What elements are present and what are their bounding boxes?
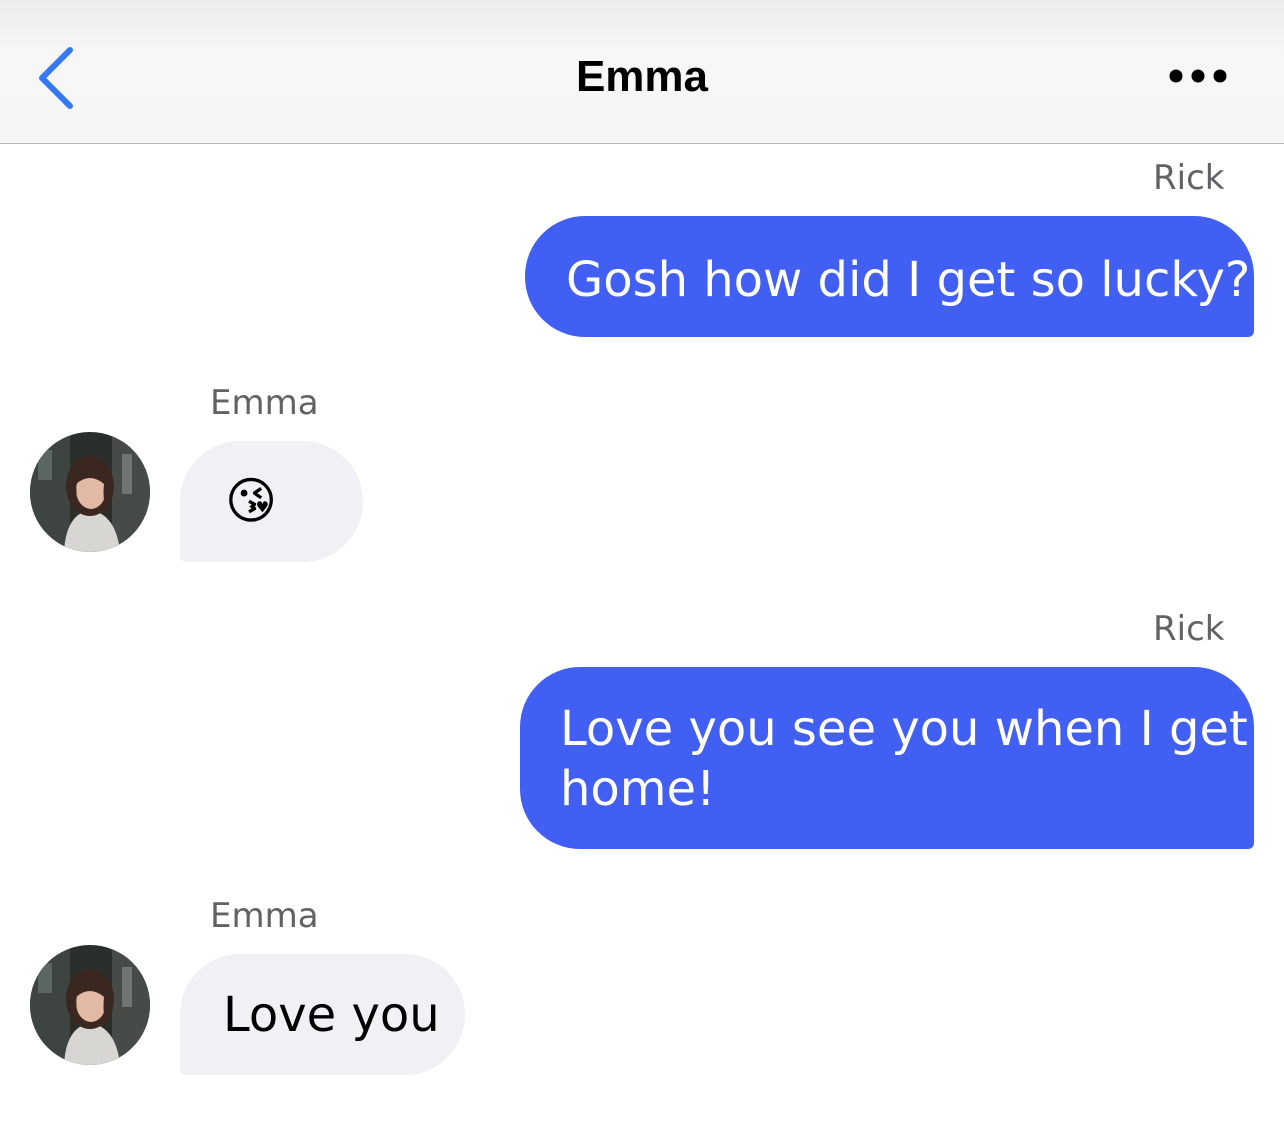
chat-header: Emma	[0, 0, 1284, 144]
sender-name: Rick	[1153, 609, 1225, 649]
outgoing-message-bubble[interactable]: Gosh how did I get so lucky?	[525, 216, 1254, 337]
avatar[interactable]	[30, 945, 150, 1065]
message-emoji: 😘	[225, 472, 278, 530]
message-text-line: home!	[560, 761, 716, 817]
page-title: Emma	[575, 52, 709, 101]
more-options-button[interactable]	[1160, 56, 1236, 96]
avatar-photo	[30, 432, 150, 552]
ellipsis-icon	[1169, 69, 1227, 83]
sender-name: Emma	[210, 383, 319, 423]
avatar[interactable]	[30, 432, 150, 552]
incoming-message-bubble[interactable]: Love you	[180, 954, 465, 1075]
sender-name: Emma	[210, 896, 319, 936]
outgoing-message-bubble[interactable]: Love you see you when I get home!	[520, 667, 1254, 849]
avatar-photo	[30, 945, 150, 1065]
message-text: Love you	[223, 987, 440, 1043]
incoming-message-bubble[interactable]: 😘	[180, 441, 363, 562]
message-text-line: Love you see you when I get	[560, 701, 1248, 757]
sender-name: Rick	[1153, 158, 1225, 198]
message-text: Gosh how did I get so lucky?	[566, 252, 1251, 308]
